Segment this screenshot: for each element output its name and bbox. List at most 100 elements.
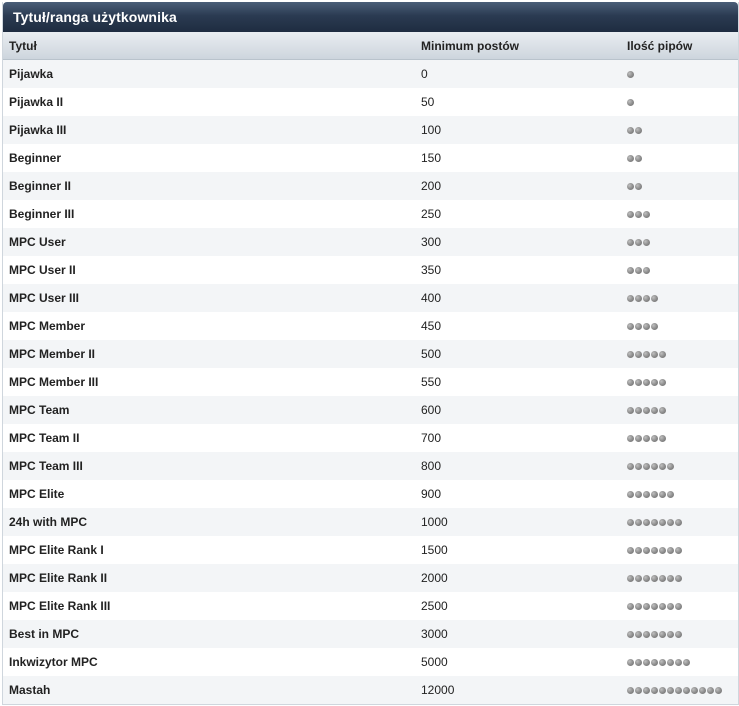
pip-icon: [635, 547, 642, 554]
pip-icon: [635, 463, 642, 470]
table-row: MPC Member II 500: [3, 340, 738, 368]
pip-icon: [667, 603, 674, 610]
pip-icon: [651, 351, 658, 358]
pip-icon: [643, 491, 650, 498]
pips-group: [627, 545, 682, 554]
pip-icon: [627, 71, 634, 78]
rank-pips: [621, 256, 738, 284]
rank-min-posts: 2500: [415, 592, 621, 620]
rank-min-posts: 800: [415, 452, 621, 480]
pips-group: [627, 685, 722, 694]
table-row: Best in MPC 3000: [3, 620, 738, 648]
pip-icon: [635, 519, 642, 526]
rank-pips: [621, 88, 738, 116]
rank-min-posts: 350: [415, 256, 621, 284]
rank-title: MPC Elite Rank I: [3, 536, 415, 564]
rank-pips: [621, 284, 738, 312]
table-row: MPC User III 400: [3, 284, 738, 312]
pip-icon: [659, 687, 666, 694]
pip-icon: [643, 351, 650, 358]
pip-icon: [627, 239, 634, 246]
table-row: MPC Team 600: [3, 396, 738, 424]
pip-icon: [667, 547, 674, 554]
pip-icon: [651, 295, 658, 302]
rank-pips: [621, 424, 738, 452]
pip-icon: [635, 379, 642, 386]
pip-icon: [667, 491, 674, 498]
pip-icon: [675, 687, 682, 694]
pips-group: [627, 265, 650, 274]
table-row: MPC User II 350: [3, 256, 738, 284]
pip-icon: [627, 127, 634, 134]
rank-pips: [621, 59, 738, 88]
table-row: Pijawka III 100: [3, 116, 738, 144]
pip-icon: [635, 687, 642, 694]
pip-icon: [635, 155, 642, 162]
pip-icon: [635, 183, 642, 190]
rank-title: MPC Elite Rank II: [3, 564, 415, 592]
pip-icon: [635, 211, 642, 218]
pip-icon: [659, 491, 666, 498]
pip-icon: [683, 687, 690, 694]
rank-title: Beginner: [3, 144, 415, 172]
pip-icon: [635, 407, 642, 414]
pip-icon: [675, 575, 682, 582]
rank-title: MPC Member II: [3, 340, 415, 368]
rank-min-posts: 50: [415, 88, 621, 116]
pips-group: [627, 657, 690, 666]
pip-icon: [659, 631, 666, 638]
pip-icon: [675, 519, 682, 526]
table-row: Beginner III 250: [3, 200, 738, 228]
pip-icon: [651, 631, 658, 638]
pip-icon: [651, 435, 658, 442]
ranks-table: Tytuł Minimum postów Ilość pipów Pijawka…: [3, 32, 738, 704]
pip-icon: [667, 519, 674, 526]
rank-title: MPC Team II: [3, 424, 415, 452]
pip-icon: [643, 575, 650, 582]
rank-pips: [621, 676, 738, 704]
rank-min-posts: 900: [415, 480, 621, 508]
pips-group: [627, 433, 666, 442]
pip-icon: [643, 211, 650, 218]
rank-pips: [621, 368, 738, 396]
pip-icon: [715, 687, 722, 694]
pip-icon: [627, 183, 634, 190]
rank-min-posts: 250: [415, 200, 621, 228]
pip-icon: [627, 575, 634, 582]
rank-title: MPC Elite: [3, 480, 415, 508]
pip-icon: [635, 603, 642, 610]
rank-title: Beginner II: [3, 172, 415, 200]
pip-icon: [651, 659, 658, 666]
pip-icon: [691, 687, 698, 694]
table-body: Pijawka 0 Pijawka II 50 Pijawka III 100 Beginn…: [3, 59, 738, 704]
pip-icon: [667, 575, 674, 582]
pip-icon: [635, 127, 642, 134]
pip-icon: [675, 547, 682, 554]
pips-group: [627, 573, 682, 582]
rank-pips: [621, 648, 738, 676]
pip-icon: [627, 603, 634, 610]
table-row: MPC Team II 700: [3, 424, 738, 452]
pip-icon: [659, 575, 666, 582]
pip-icon: [627, 463, 634, 470]
table-row: MPC Member 450: [3, 312, 738, 340]
pips-group: [627, 181, 642, 190]
pip-icon: [667, 687, 674, 694]
rank-min-posts: 550: [415, 368, 621, 396]
pip-icon: [651, 547, 658, 554]
table-row: Beginner 150: [3, 144, 738, 172]
pip-icon: [659, 463, 666, 470]
table-row: Mastah 12000: [3, 676, 738, 704]
table-row: MPC Elite Rank II 2000: [3, 564, 738, 592]
pip-icon: [675, 631, 682, 638]
pip-icon: [667, 631, 674, 638]
pip-icon: [659, 603, 666, 610]
pip-icon: [659, 351, 666, 358]
rank-title: MPC User III: [3, 284, 415, 312]
pip-icon: [635, 631, 642, 638]
rank-pips: [621, 620, 738, 648]
pips-group: [627, 349, 666, 358]
pips-group: [627, 69, 634, 78]
pip-icon: [627, 407, 634, 414]
pip-icon: [627, 267, 634, 274]
